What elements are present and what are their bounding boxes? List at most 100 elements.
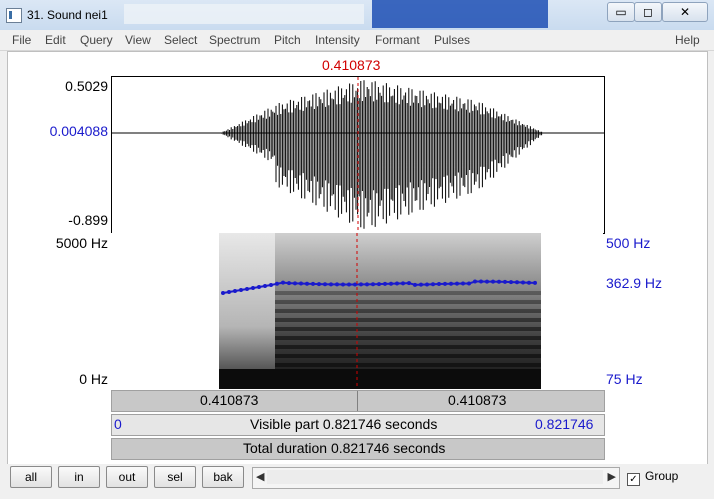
spectrogram-panel[interactable]	[111, 233, 603, 389]
right-segment-duration: 0.410873	[448, 392, 507, 408]
pitch-point	[419, 282, 423, 287]
menu-intensity[interactable]: Intensity	[315, 33, 360, 47]
menu-select[interactable]: Select	[164, 33, 197, 47]
spectrogram-onset	[219, 233, 275, 389]
zoom-selection-button[interactable]: sel	[154, 466, 196, 488]
pitch-point	[281, 280, 285, 285]
menu-pitch[interactable]: Pitch	[274, 33, 301, 47]
waveform-max-label: 0.5029	[65, 78, 108, 94]
pitch-point	[455, 281, 459, 286]
spectrogram-max-freq-label: 5000 Hz	[55, 235, 108, 251]
pitch-point	[317, 282, 321, 287]
waveform-trace	[221, 80, 543, 229]
app-icon	[6, 8, 22, 23]
window-title: 31. Sound nei1	[27, 8, 108, 22]
visible-part-text: Visible part 0.821746 seconds	[250, 416, 438, 432]
spectrogram-harmonic-band	[275, 336, 541, 340]
pitch-point	[449, 281, 453, 286]
waveform-mid-label: 0.004088	[49, 123, 108, 139]
menu-file[interactable]: File	[12, 33, 31, 47]
pitch-point	[407, 281, 411, 286]
zoom-in-button[interactable]: in	[58, 466, 100, 488]
waveform-panel[interactable]	[111, 76, 605, 234]
menu-query[interactable]: Query	[80, 33, 113, 47]
pitch-point	[293, 281, 297, 286]
zoom-all-button[interactable]: all	[10, 466, 52, 488]
pitch-bottom-label: 75 Hz	[606, 371, 643, 387]
pitch-point	[227, 290, 231, 294]
pitch-point	[329, 282, 333, 287]
pitch-point	[425, 282, 429, 287]
waveform-signal	[221, 80, 543, 229]
maximize-icon: ◻	[643, 5, 653, 19]
pitch-point	[467, 281, 471, 286]
group-label: Group	[645, 469, 679, 483]
spectrogram-harmonic-band	[275, 300, 541, 304]
pitch-point	[323, 282, 327, 287]
menu-spectrum[interactable]: Spectrum	[209, 33, 260, 47]
bottom-toolbar: all in out sel bak ◀ ▶ ✓ Group	[0, 464, 714, 499]
pitch-point	[371, 282, 375, 287]
group-toggle[interactable]: ✓ Group	[627, 469, 678, 486]
pitch-point	[383, 281, 387, 286]
pitch-point	[263, 284, 267, 288]
cursor-time-label: 0.410873	[322, 57, 381, 73]
pitch-point	[503, 279, 507, 284]
pitch-point	[509, 280, 513, 285]
menu-bar: File Edit Query View Select Spectrum Pit…	[0, 30, 714, 51]
menu-edit[interactable]: Edit	[45, 33, 66, 47]
total-duration-row[interactable]: Total duration 0.821746 seconds	[111, 438, 605, 460]
pitch-point	[443, 281, 447, 286]
scroll-left-icon[interactable]: ◀	[256, 470, 264, 483]
close-button[interactable]: ✕	[662, 2, 708, 22]
pitch-value-label: 362.9 Hz	[606, 275, 663, 291]
minimize-icon: ▭	[615, 5, 627, 19]
title-bar: 31. Sound nei1 ▭ ◻ ✕	[0, 0, 714, 31]
spectrogram-harmonic-band	[275, 345, 541, 349]
menu-formant[interactable]: Formant	[375, 33, 420, 47]
spectrogram-harmonic-band	[275, 327, 541, 331]
spectrogram-min-freq-label: 0 Hz	[79, 371, 108, 387]
menu-pulses[interactable]: Pulses	[434, 33, 470, 47]
spectrogram-harmonic-band	[275, 354, 541, 358]
title-bar-background	[124, 4, 364, 24]
spectrogram-harmonic-band	[275, 309, 541, 313]
pitch-point	[515, 280, 519, 285]
visible-end-time: 0.821746	[535, 416, 594, 432]
pitch-point	[311, 281, 315, 286]
pitch-point	[335, 282, 339, 287]
pitch-point	[233, 289, 237, 293]
visible-part-row[interactable]: 0 Visible part 0.821746 seconds 0.821746	[111, 414, 605, 436]
pitch-point	[353, 282, 357, 287]
waveform-graphic	[112, 77, 604, 233]
pitch-point	[497, 279, 501, 284]
pitch-point	[257, 285, 261, 289]
pitch-point	[359, 282, 363, 287]
minimize-button[interactable]: ▭	[607, 2, 635, 22]
close-icon: ✕	[679, 5, 691, 19]
pitch-point	[491, 279, 495, 284]
pitch-point	[221, 291, 225, 295]
pitch-point	[347, 282, 351, 287]
zoom-out-button[interactable]: out	[106, 466, 148, 488]
scroll-thumb[interactable]	[267, 470, 603, 484]
maximize-button[interactable]: ◻	[634, 2, 662, 22]
pitch-point	[365, 282, 369, 287]
pitch-point	[521, 280, 525, 285]
spectrogram-harmonics	[275, 291, 541, 367]
title-bar-background-highlight	[372, 0, 548, 28]
pitch-point	[299, 281, 303, 286]
menu-view[interactable]: View	[125, 33, 151, 47]
pitch-point	[485, 279, 489, 284]
pitch-top-label: 500 Hz	[606, 235, 651, 251]
pitch-point	[533, 280, 537, 285]
pitch-point	[275, 281, 279, 286]
time-scrollbar[interactable]: ◀ ▶	[252, 467, 620, 489]
pitch-point	[431, 282, 435, 287]
selection-time-row[interactable]: 0.410873 0.410873	[111, 390, 605, 412]
menu-help[interactable]: Help	[675, 33, 700, 47]
group-checkbox[interactable]: ✓	[627, 473, 640, 486]
spectrogram-graphic	[219, 233, 541, 389]
zoom-back-button[interactable]: bak	[202, 466, 244, 488]
scroll-right-icon[interactable]: ▶	[608, 470, 616, 483]
